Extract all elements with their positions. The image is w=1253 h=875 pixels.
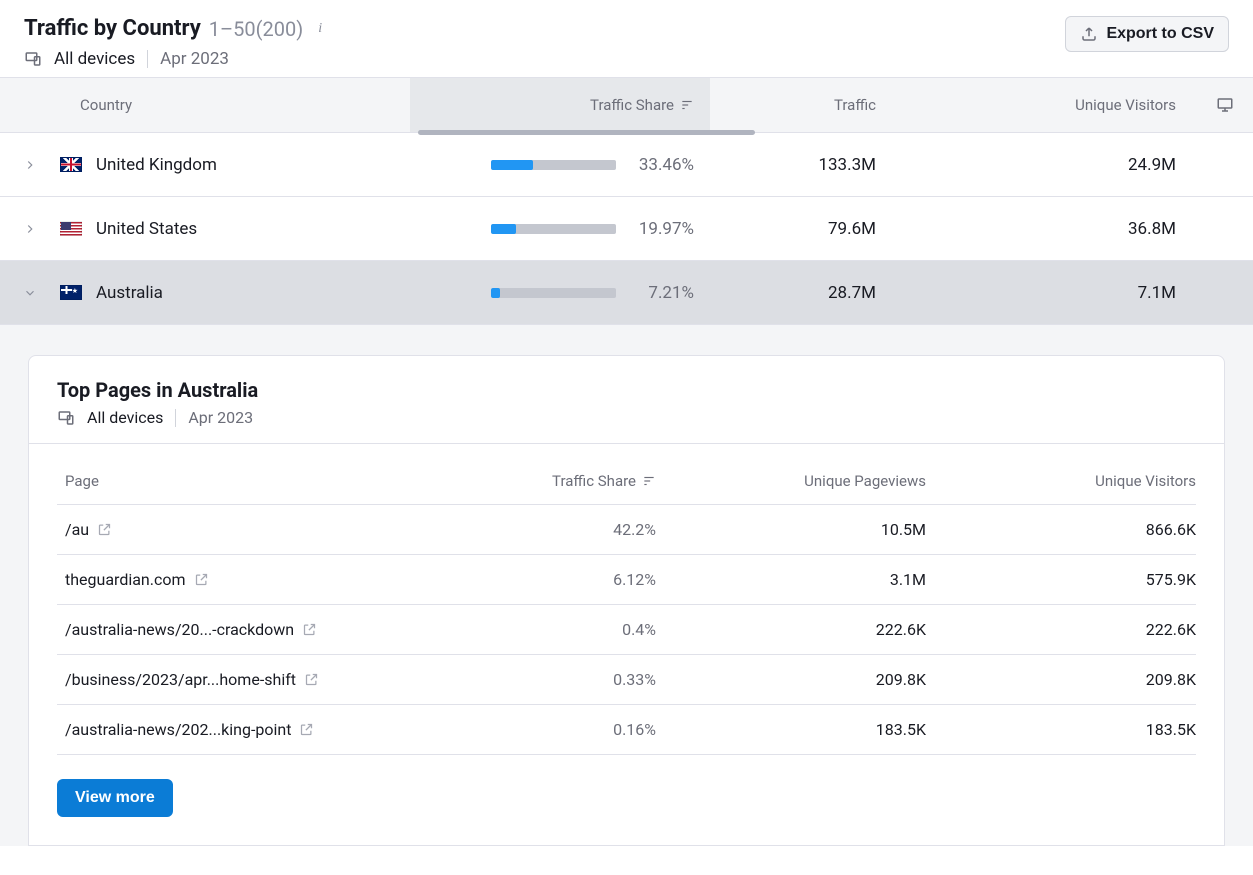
col-traffic[interactable]: Traffic <box>710 96 900 114</box>
external-link-icon[interactable] <box>304 672 319 687</box>
page-uv-value: 209.8K <box>926 670 1196 689</box>
flag-icon <box>60 285 82 300</box>
flag-icon <box>60 157 82 172</box>
devices-icon <box>24 50 42 68</box>
date-filter[interactable]: Apr 2023 <box>160 49 229 69</box>
page-path: /au <box>65 520 89 539</box>
pages-row[interactable]: /au 42.2% 10.5M 866.6K <box>57 505 1196 555</box>
country-name: Australia <box>96 283 163 303</box>
sort-desc-icon <box>642 474 656 488</box>
panel-devices-filter[interactable]: All devices <box>87 408 163 427</box>
page-upv-value: 183.5K <box>656 720 926 739</box>
pagination-range: 1–50(200) <box>209 17 303 41</box>
page-uv-value: 866.6K <box>926 520 1196 539</box>
page-uv-value: 575.9K <box>926 570 1196 589</box>
top-pages-panel: Top Pages in Australia All devices Apr 2… <box>28 355 1225 846</box>
table-row[interactable]: Australia 7.21% 28.7M 7.1M <box>0 261 1253 325</box>
traffic-share-value: 7.21% <box>628 283 694 303</box>
pages-table-header: Page Traffic Share Unique Pageviews Uniq… <box>57 472 1196 505</box>
col-traffic-share-label: Traffic Share <box>590 96 674 114</box>
table-row[interactable]: United States 19.97% 79.6M 36.8M <box>0 197 1253 261</box>
flag-icon <box>60 221 82 236</box>
filter-separator <box>147 50 148 68</box>
export-csv-button[interactable]: Export to CSV <box>1065 16 1229 52</box>
panel-title: Top Pages in Australia <box>57 378 1196 402</box>
page-upv-value: 10.5M <box>656 520 926 539</box>
sort-desc-icon <box>680 98 694 112</box>
col-unique-visitors[interactable]: Unique Visitors <box>900 96 1200 114</box>
table-row[interactable]: United Kingdom 33.46% 133.3M 24.9M <box>0 133 1253 197</box>
unique-visitors-value: 7.1M <box>900 283 1200 303</box>
col-page-traffic-share[interactable]: Traffic Share <box>446 472 656 490</box>
traffic-share-bar <box>491 224 616 234</box>
page-upv-value: 222.6K <box>656 620 926 639</box>
col-traffic-share[interactable]: Traffic Share <box>410 78 710 132</box>
unique-visitors-value: 36.8M <box>900 219 1200 239</box>
page-share-value: 0.16% <box>446 720 656 739</box>
page-upv-value: 3.1M <box>656 570 926 589</box>
traffic-value: 133.3M <box>710 155 900 175</box>
expand-toggle[interactable] <box>0 222 60 236</box>
page-upv-value: 209.8K <box>656 670 926 689</box>
table-header: Country Traffic Share Traffic Unique Vis… <box>0 77 1253 133</box>
traffic-share-bar <box>491 288 616 298</box>
page-path: /business/2023/apr...home-shift <box>65 670 296 689</box>
col-page-traffic-share-label: Traffic Share <box>552 472 636 490</box>
pages-row[interactable]: theguardian.com 6.12% 3.1M 575.9K <box>57 555 1196 605</box>
pages-row[interactable]: /business/2023/apr...home-shift 0.33% 20… <box>57 655 1196 705</box>
country-name: United States <box>96 219 197 239</box>
external-link-icon[interactable] <box>97 522 112 537</box>
pages-row[interactable]: /australia-news/20...-crackdown 0.4% 222… <box>57 605 1196 655</box>
page-uv-value: 183.5K <box>926 720 1196 739</box>
panel-date-filter[interactable]: Apr 2023 <box>188 408 253 427</box>
chevron-right-icon <box>23 222 37 236</box>
traffic-share-bar <box>491 160 616 170</box>
expand-toggle[interactable] <box>0 158 60 172</box>
page-path: /australia-news/202...king-point <box>65 720 291 739</box>
info-icon[interactable]: i <box>311 20 329 38</box>
filter-separator <box>175 409 176 427</box>
page-path: theguardian.com <box>65 570 186 589</box>
traffic-share-value: 33.46% <box>628 155 694 175</box>
external-link-icon[interactable] <box>194 572 209 587</box>
expand-toggle[interactable] <box>0 286 60 300</box>
devices-filter[interactable]: All devices <box>54 49 135 69</box>
page-share-value: 6.12% <box>446 570 656 589</box>
devices-icon <box>57 409 75 427</box>
country-name: United Kingdom <box>96 155 217 175</box>
upload-icon <box>1080 25 1098 43</box>
col-country[interactable]: Country <box>60 96 410 114</box>
page-share-value: 0.4% <box>446 620 656 639</box>
page-uv-value: 222.6K <box>926 620 1196 639</box>
chevron-down-icon <box>23 286 37 300</box>
col-page[interactable]: Page <box>65 472 446 490</box>
traffic-value: 79.6M <box>710 219 900 239</box>
col-unique-pageviews[interactable]: Unique Pageviews <box>656 472 926 490</box>
external-link-icon[interactable] <box>302 622 317 637</box>
col-device-icon <box>1200 96 1250 114</box>
desktop-icon <box>1216 96 1234 114</box>
page-share-value: 42.2% <box>446 520 656 539</box>
unique-visitors-value: 24.9M <box>900 155 1200 175</box>
col-page-unique-visitors[interactable]: Unique Visitors <box>926 472 1196 490</box>
page-title: Traffic by Country <box>24 16 201 41</box>
page-share-value: 0.33% <box>446 670 656 689</box>
pages-row[interactable]: /australia-news/202...king-point 0.16% 1… <box>57 705 1196 755</box>
page-path: /australia-news/20...-crackdown <box>65 620 294 639</box>
view-more-button[interactable]: View more <box>57 779 173 817</box>
export-csv-label: Export to CSV <box>1106 25 1214 43</box>
traffic-value: 28.7M <box>710 283 900 303</box>
chevron-right-icon <box>23 158 37 172</box>
external-link-icon[interactable] <box>299 722 314 737</box>
traffic-share-value: 19.97% <box>628 219 694 239</box>
